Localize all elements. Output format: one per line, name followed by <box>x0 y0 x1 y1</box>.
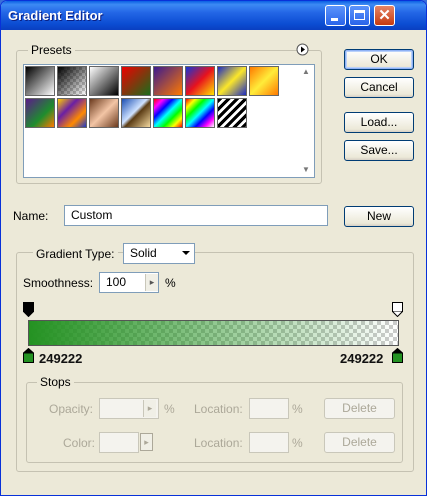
maximize-button[interactable] <box>349 5 370 26</box>
cancel-button[interactable]: Cancel <box>344 77 414 98</box>
opacity-location-unit: % <box>292 402 303 416</box>
presets-label: Presets <box>28 43 75 57</box>
opacity-unit: % <box>164 402 175 416</box>
title-bar[interactable]: Gradient Editor ✕ <box>1 1 426 30</box>
opacity-location-label: Location: <box>194 402 243 416</box>
presets-menu-button[interactable] <box>296 43 309 56</box>
window-title: Gradient Editor <box>8 8 103 23</box>
close-icon: ✕ <box>378 7 391 24</box>
chevron-down-icon <box>182 251 190 255</box>
minimize-button[interactable] <box>325 5 346 26</box>
new-button[interactable]: New <box>344 206 414 227</box>
gradient-type-label: Gradient Type: <box>33 247 118 261</box>
color-delete-button[interactable]: Delete <box>324 432 395 453</box>
ok-button[interactable]: OK <box>344 49 414 70</box>
preset-swatch-orange-yellow-orange[interactable] <box>249 66 279 96</box>
opacity-label: Opacity: <box>49 402 94 416</box>
opacity-stop-right[interactable] <box>392 302 403 317</box>
preset-swatch-spectrum[interactable] <box>153 98 183 128</box>
smoothness-value: 100 <box>106 275 127 289</box>
smoothness-label: Smoothness: <box>23 276 94 290</box>
smoothness-unit: % <box>165 276 176 290</box>
preset-swatch-red-green[interactable] <box>121 66 151 96</box>
preset-swatch-yellow-violet-orange-blue[interactable] <box>57 98 87 128</box>
preset-swatch-blue-yellow-blue[interactable] <box>217 66 247 96</box>
smoothness-spinner[interactable]: ▸ <box>145 274 158 291</box>
opacity-location-input[interactable] <box>249 398 289 419</box>
preset-swatch-violet-green-orange[interactable] <box>25 98 55 128</box>
color-stop-right[interactable] <box>392 348 403 363</box>
color-menu-button[interactable]: ▸ <box>140 433 153 451</box>
maximize-icon <box>354 10 365 20</box>
preset-swatch-chrome[interactable] <box>121 98 151 128</box>
color-location-input[interactable] <box>249 432 289 453</box>
save-button[interactable]: Save... <box>344 140 414 161</box>
name-label: Name: <box>13 209 49 223</box>
color-location-unit: % <box>292 436 303 450</box>
load-button[interactable]: Load... <box>344 112 414 133</box>
color-swatch[interactable] <box>99 432 139 453</box>
minimize-icon <box>331 18 338 21</box>
gradient-editor-window: Gradient Editor ✕ Presets ▲ ▼ OK Cancel … <box>0 0 427 496</box>
right-color-value: 249222 <box>340 351 384 366</box>
opacity-stop-left[interactable] <box>23 302 34 317</box>
gradient-type-select[interactable]: Solid <box>123 243 195 264</box>
presets-list[interactable]: ▲ ▼ <box>23 64 315 178</box>
name-input[interactable]: Custom <box>64 205 328 226</box>
preset-swatch-black-white-alt[interactable] <box>89 66 119 96</box>
gradient-preview-bar[interactable] <box>28 320 399 346</box>
color-label: Color: <box>63 436 96 450</box>
preset-swatch-transparent-stripes[interactable] <box>217 98 247 128</box>
presets-menu-icon <box>296 43 309 56</box>
stops-label: Stops <box>37 375 74 389</box>
color-stop-left[interactable] <box>23 348 34 363</box>
scroll-down-icon[interactable]: ▼ <box>302 165 310 174</box>
preset-swatch-transparent-rainbow[interactable] <box>185 98 215 128</box>
preset-swatch-blue-red-yellow[interactable] <box>185 66 215 96</box>
preset-swatch-copper[interactable] <box>89 98 119 128</box>
preset-swatch-black-white[interactable] <box>25 66 55 96</box>
color-location-label: Location: <box>194 436 243 450</box>
close-button[interactable]: ✕ <box>374 5 395 26</box>
opacity-delete-button[interactable]: Delete <box>324 398 395 419</box>
preset-swatch-violet-orange[interactable] <box>153 66 183 96</box>
left-color-value: 249222 <box>39 351 83 366</box>
gradient-type-value: Solid <box>130 246 157 260</box>
preset-swatch-foreground-transparent[interactable] <box>57 66 87 96</box>
presets-scrollbar[interactable]: ▲ ▼ <box>298 65 314 177</box>
opacity-spinner[interactable]: ▸ <box>143 400 156 417</box>
scroll-up-icon[interactable]: ▲ <box>302 67 310 76</box>
